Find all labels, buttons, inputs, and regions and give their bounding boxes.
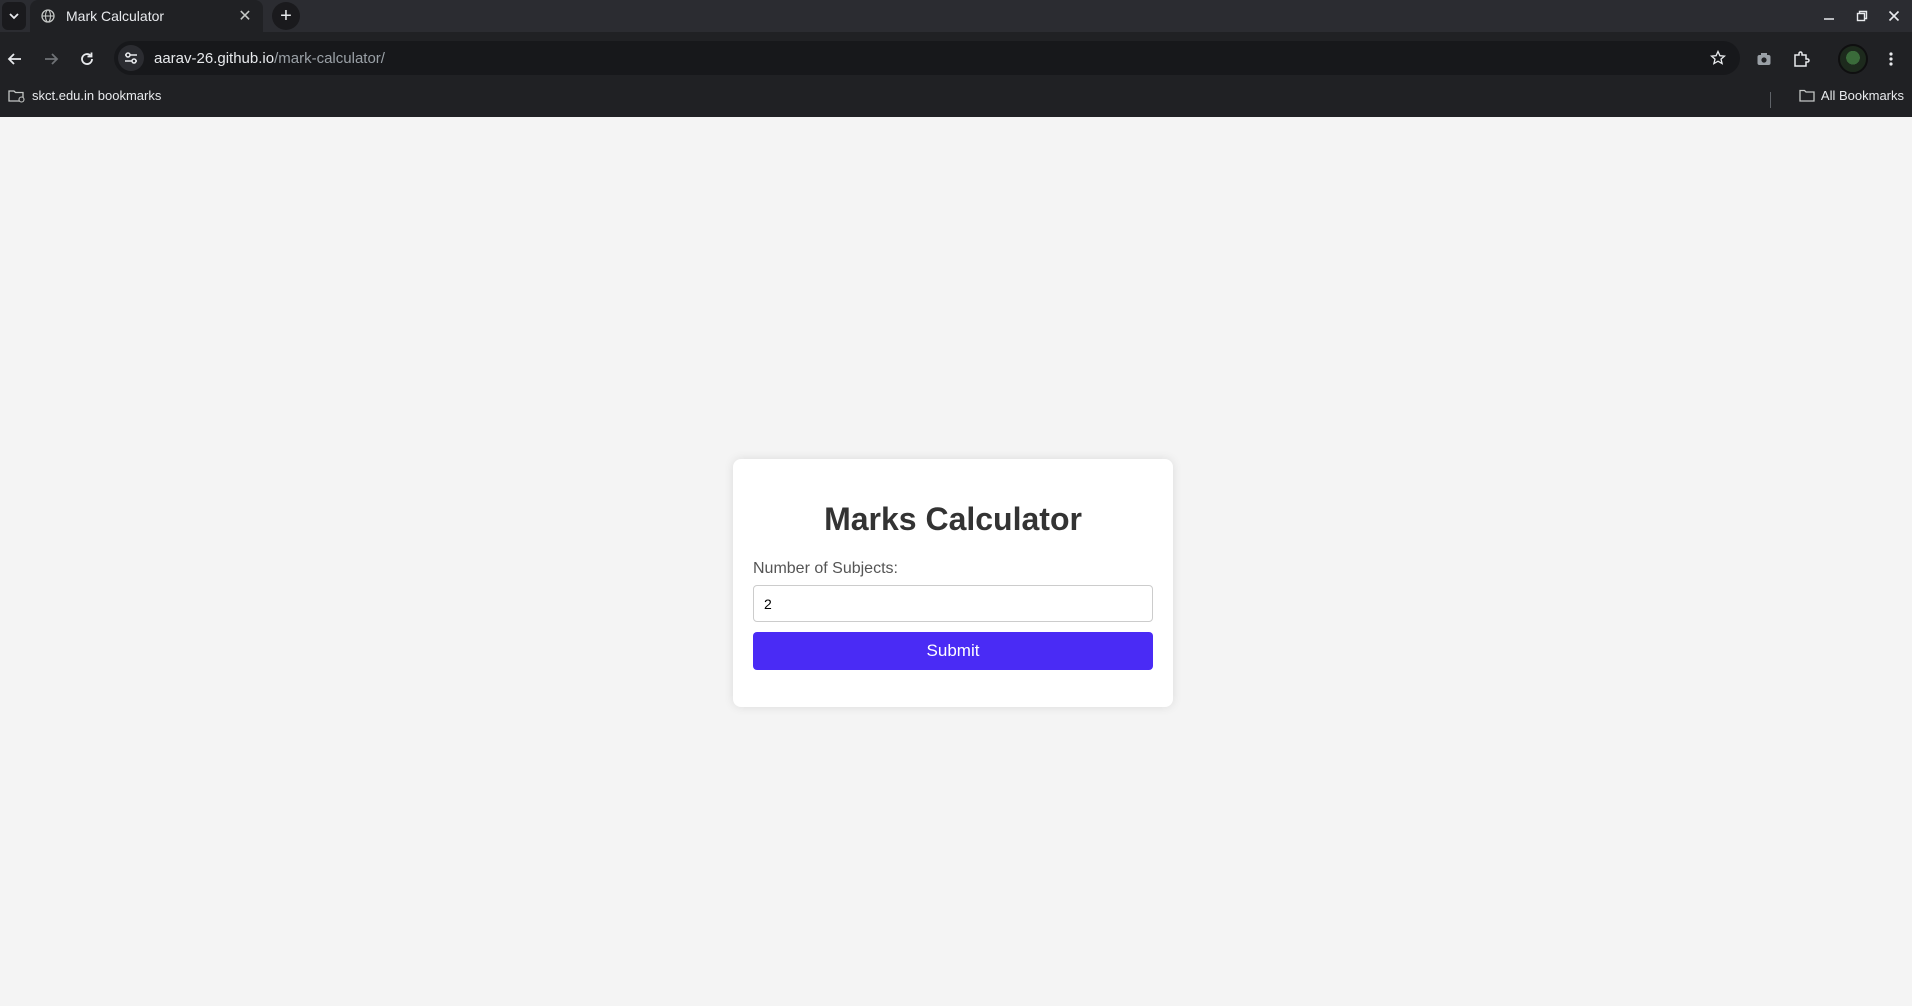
calculator-card: Marks Calculator Number of Subjects: Sub… [733, 459, 1173, 707]
minimize-icon [1824, 18, 1834, 20]
toolbar: aarav-26.github.io/mark-calculator/ [0, 40, 1912, 78]
puzzle-icon [1794, 51, 1810, 67]
menu-button[interactable] [1876, 44, 1906, 74]
folder-icon [1799, 89, 1815, 102]
camera-icon [1757, 53, 1771, 65]
back-button[interactable] [0, 44, 30, 74]
new-tab-button[interactable]: + [272, 2, 300, 30]
bookmark-folder-skct[interactable]: skct.edu.in bookmarks [8, 88, 161, 103]
subjects-label: Number of Subjects: [753, 560, 898, 577]
divider [1770, 92, 1771, 108]
globe-icon [40, 8, 56, 24]
tab-title: Mark Calculator [66, 8, 165, 24]
plus-icon: + [280, 4, 292, 27]
restore-icon [1856, 10, 1868, 22]
tune-icon [125, 52, 137, 64]
page-title: Marks Calculator [824, 501, 1082, 537]
reload-icon [81, 52, 93, 65]
url-text[interactable]: aarav-26.github.io/mark-calculator/ [154, 50, 385, 67]
url-host: aarav-26.github.io [154, 49, 275, 67]
chevron-down-icon [9, 13, 19, 20]
close-window-button[interactable] [1878, 0, 1910, 32]
screenshot-button[interactable] [1749, 44, 1779, 74]
subjects-input[interactable] [753, 585, 1153, 622]
extensions-button[interactable] [1786, 44, 1816, 74]
reload-button[interactable] [72, 44, 102, 74]
arrow-left-icon [7, 53, 21, 65]
browser-chrome: Mark Calculator ✕ + aarav-26.github.io/m… [0, 0, 1912, 117]
all-bookmarks-label: All Bookmarks [1820, 88, 1904, 103]
url-path: /mark-calculator/ [274, 49, 385, 67]
tab-search-button[interactable] [2, 2, 26, 30]
tab-strip: Mark Calculator ✕ + [0, 0, 1912, 32]
all-bookmarks-button[interactable]: All Bookmarks [1799, 88, 1904, 103]
minimize-button[interactable] [1813, 0, 1845, 32]
profile-avatar[interactable] [1838, 44, 1868, 74]
restore-button[interactable] [1846, 0, 1878, 32]
arrow-right-icon [45, 53, 59, 65]
page-content: Marks Calculator Number of Subjects: Sub… [0, 117, 1912, 1006]
folder-icon [8, 89, 25, 103]
forward-button[interactable] [36, 44, 66, 74]
bookmarks-bar: skct.edu.in bookmarks All Bookmarks [0, 84, 1912, 112]
bookmark-star-icon[interactable] [1708, 48, 1728, 68]
close-icon [1888, 10, 1900, 22]
submit-button[interactable]: Submit [753, 632, 1153, 670]
bookmark-folder-label: skct.edu.in bookmarks [32, 88, 162, 103]
tab-active[interactable]: Mark Calculator ✕ [30, 0, 263, 32]
more-vert-icon [1889, 52, 1893, 66]
address-bar[interactable]: aarav-26.github.io/mark-calculator/ [114, 41, 1740, 75]
close-icon[interactable]: ✕ [237, 8, 253, 25]
site-info-button[interactable] [118, 45, 144, 71]
